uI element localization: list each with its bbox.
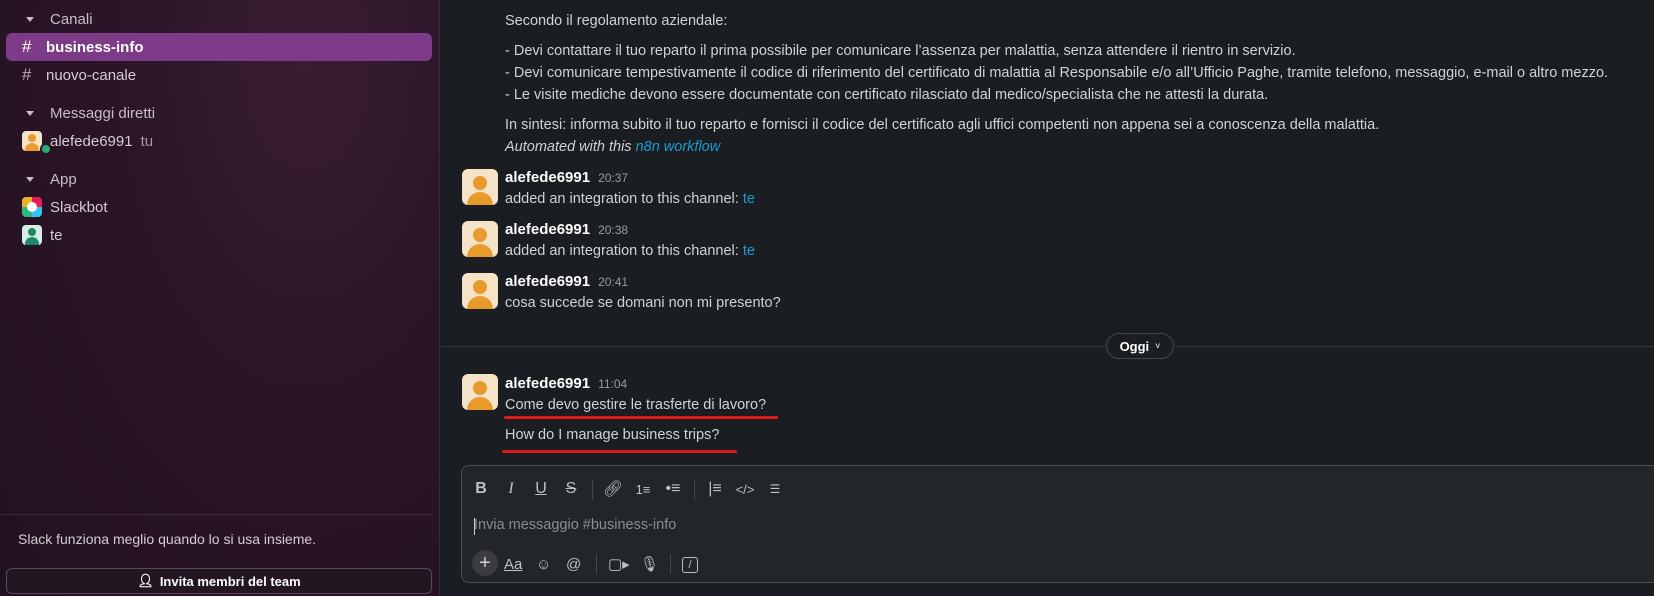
sidebar-promo-text: Slack funziona meglio quando lo si usa i… bbox=[18, 531, 317, 547]
app-name: te bbox=[50, 226, 63, 244]
message-input[interactable]: Invia messaggio #business-info bbox=[474, 517, 676, 533]
sidebar-item-nuovo-canale[interactable]: # nuovo-canale bbox=[6, 61, 432, 89]
chevron-down-icon: ˅ bbox=[1155, 341, 1161, 351]
message-header: alefede6991 20:37 bbox=[505, 169, 628, 186]
bot-message-bullet: - Le visite mediche devono essere docume… bbox=[505, 87, 1269, 103]
mention-icon[interactable]: @ bbox=[566, 553, 581, 575]
integration-link[interactable]: te bbox=[743, 243, 755, 259]
message-header: alefede6991 11:04 bbox=[505, 375, 627, 392]
shortcuts-icon[interactable]: / bbox=[682, 557, 698, 573]
message-header: alefede6991 20:41 bbox=[505, 273, 628, 290]
bold-icon[interactable]: B bbox=[470, 478, 492, 500]
message-timestamp[interactable]: 11:04 bbox=[598, 377, 627, 391]
italic-icon[interactable]: I bbox=[500, 478, 522, 500]
annotation-underline bbox=[502, 450, 737, 453]
message-pane: Secondo il regolamento aziendale: - Devi… bbox=[441, 0, 1654, 596]
sidebar-item-te[interactable]: te bbox=[6, 221, 432, 249]
toolbar-separator bbox=[670, 554, 671, 574]
online-status-icon bbox=[40, 143, 52, 155]
blockquote-icon[interactable]: |≡ bbox=[704, 478, 726, 500]
dm-self-suffix: tu bbox=[140, 132, 154, 150]
video-icon[interactable]: ▢▸ bbox=[608, 553, 630, 575]
ordered-list-icon[interactable]: 1≡ bbox=[632, 478, 654, 500]
channels-section-header[interactable]: Canali bbox=[22, 6, 93, 32]
message-text: cosa succede se domani non mi presento? bbox=[505, 295, 781, 311]
hash-icon: # bbox=[22, 65, 32, 84]
sidebar-item-slackbot[interactable]: Slackbot bbox=[6, 193, 432, 221]
sidebar: Canali # business-info # nuovo-canale Me… bbox=[0, 0, 440, 596]
message-author[interactable]: alefede6991 bbox=[505, 375, 590, 392]
bot-message-bullet: - Devi comunicare tempestivamente il cod… bbox=[505, 65, 1609, 81]
message-timestamp[interactable]: 20:41 bbox=[598, 275, 628, 289]
message-composer: B I U S 🔗︎ 1≡ •≡ |≡ </> ☰ Invia messaggi… bbox=[461, 465, 1654, 583]
sidebar-item-business-info[interactable]: # business-info bbox=[6, 33, 432, 61]
message-body: added an integration to this channel: te bbox=[505, 243, 755, 259]
app-name: Slackbot bbox=[50, 198, 108, 216]
strikethrough-icon[interactable]: S bbox=[560, 478, 582, 500]
annotation-underline bbox=[504, 416, 778, 419]
caret-down-icon bbox=[26, 16, 34, 22]
message-timestamp[interactable]: 20:38 bbox=[598, 223, 628, 237]
bot-message-intro: Secondo il regolamento aziendale: bbox=[505, 13, 728, 29]
hash-icon: # bbox=[22, 37, 32, 56]
message-body: added an integration to this channel: te bbox=[505, 191, 755, 207]
automated-prefix: Automated with this bbox=[505, 139, 636, 155]
code-icon[interactable]: </> bbox=[734, 478, 756, 500]
caret-down-icon bbox=[26, 176, 34, 182]
message-author[interactable]: alefede6991 bbox=[505, 273, 590, 290]
add-person-icon: 👤︎ bbox=[137, 573, 154, 588]
app-avatar-icon bbox=[22, 225, 42, 245]
avatar[interactable] bbox=[462, 221, 498, 257]
format-text-icon[interactable]: Aa bbox=[504, 553, 522, 575]
avatar[interactable] bbox=[462, 169, 498, 205]
message-text: added an integration to this channel: bbox=[505, 243, 743, 259]
avatar[interactable] bbox=[462, 374, 498, 410]
integration-link[interactable]: te bbox=[743, 191, 755, 207]
dm-section-header[interactable]: Messaggi diretti bbox=[22, 100, 155, 126]
message-text: Come devo gestire le trasferte di lavoro… bbox=[505, 397, 767, 413]
code-block-icon[interactable]: ☰ bbox=[764, 478, 786, 500]
dm-name: alefede6991 bbox=[50, 132, 133, 150]
user-avatar-icon bbox=[22, 131, 42, 151]
bot-message-bullet: - Devi contattare il tuo reparto il prim… bbox=[505, 43, 1296, 59]
sidebar-item-dm-alefede6991[interactable]: alefede6991 tu bbox=[6, 127, 432, 155]
message-author[interactable]: alefede6991 bbox=[505, 221, 590, 238]
caret-down-icon bbox=[26, 110, 34, 116]
apps-header-label: App bbox=[50, 170, 77, 188]
toolbar-separator bbox=[596, 554, 597, 574]
link-icon[interactable]: 🔗︎ bbox=[602, 478, 624, 500]
channel-name: business-info bbox=[46, 38, 144, 56]
message-timestamp[interactable]: 20:37 bbox=[598, 171, 628, 185]
slackbot-icon bbox=[22, 197, 42, 217]
dm-header-label: Messaggi diretti bbox=[50, 104, 156, 122]
plus-icon[interactable]: + bbox=[472, 550, 498, 576]
toolbar-separator bbox=[592, 480, 593, 500]
apps-section-header[interactable]: App bbox=[22, 166, 77, 192]
bulleted-list-icon[interactable]: •≡ bbox=[662, 478, 684, 500]
microphone-icon[interactable]: 🎙︎ bbox=[640, 553, 659, 575]
underline-icon[interactable]: U bbox=[530, 478, 552, 500]
day-divider-button[interactable]: Oggi ˅ bbox=[1106, 333, 1174, 359]
toolbar-separator bbox=[694, 480, 695, 500]
channels-header-label: Canali bbox=[50, 10, 93, 28]
sidebar-divider bbox=[0, 514, 432, 515]
avatar[interactable] bbox=[462, 273, 498, 309]
invite-members-button[interactable]: 👤︎ Invita membri del team bbox=[6, 568, 432, 594]
bot-message-summary: In sintesi: informa subito il tuo repart… bbox=[505, 117, 1380, 133]
message-text: added an integration to this channel: bbox=[505, 191, 743, 207]
channel-name: nuovo-canale bbox=[46, 66, 137, 84]
message-header: alefede6991 20:38 bbox=[505, 221, 628, 238]
translation-text: How do I manage business trips? bbox=[505, 427, 720, 443]
bot-message-footer: Automated with this n8n workflow bbox=[505, 139, 720, 155]
emoji-icon[interactable]: ☺ bbox=[536, 553, 551, 575]
invite-label: Invita membri del team bbox=[159, 573, 301, 589]
message-author[interactable]: alefede6991 bbox=[505, 169, 590, 186]
day-divider-label: Oggi bbox=[1119, 338, 1150, 354]
day-divider-line bbox=[441, 346, 1654, 347]
n8n-workflow-link[interactable]: n8n workflow bbox=[636, 139, 721, 155]
